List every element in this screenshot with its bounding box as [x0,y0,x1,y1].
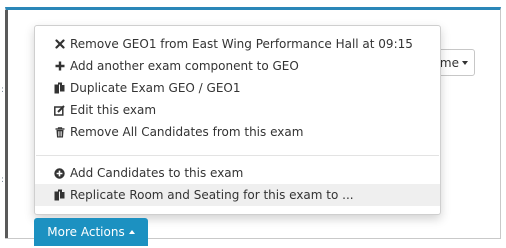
menu-item-replicate-room[interactable]: Replicate Room and Seating for this exam… [35,184,440,206]
menu-item-add-candidates[interactable]: Add Candidates to this exam [35,162,440,184]
menu-item-edit-exam[interactable]: Edit this exam [35,99,440,121]
caret-up-icon [128,230,135,234]
panel-left-stripe [5,10,8,238]
copy-icon [54,82,65,94]
edge-mark: : [1,175,5,185]
background-select-label: me [439,55,459,70]
menu-item-label: Remove All Candidates from this exam [70,125,304,139]
menu-item-label: Replicate Room and Seating for this exam… [70,188,354,202]
menu-divider [36,155,439,156]
more-actions-label: More Actions [47,225,125,239]
menu-item-remove-from-room[interactable]: Remove GEO1 from East Wing Performance H… [35,33,440,55]
menu-item-label: Add Candidates to this exam [70,166,244,180]
menu-item-remove-candidates[interactable]: Remove All Candidates from this exam [35,121,440,143]
more-actions-menu: Remove GEO1 from East Wing Performance H… [34,25,441,215]
more-actions-button[interactable]: More Actions [34,218,148,246]
times-icon [54,38,65,50]
copy-icon [54,189,65,201]
plus-icon [54,60,65,72]
menu-item-duplicate-exam[interactable]: Duplicate Exam GEO / GEO1 [35,77,440,99]
menu-item-label: Remove GEO1 from East Wing Performance H… [70,37,413,51]
trash-icon [54,126,65,138]
menu-item-label: Add another exam component to GEO [70,59,299,73]
menu-item-label: Edit this exam [70,103,157,117]
menu-item-label: Duplicate Exam GEO / GEO1 [70,81,241,95]
caret-down-icon [462,60,468,65]
edit-icon [54,104,65,116]
menu-item-add-component[interactable]: Add another exam component to GEO [35,55,440,77]
edge-mark: : [1,85,5,95]
plus-circle-icon [54,167,65,179]
